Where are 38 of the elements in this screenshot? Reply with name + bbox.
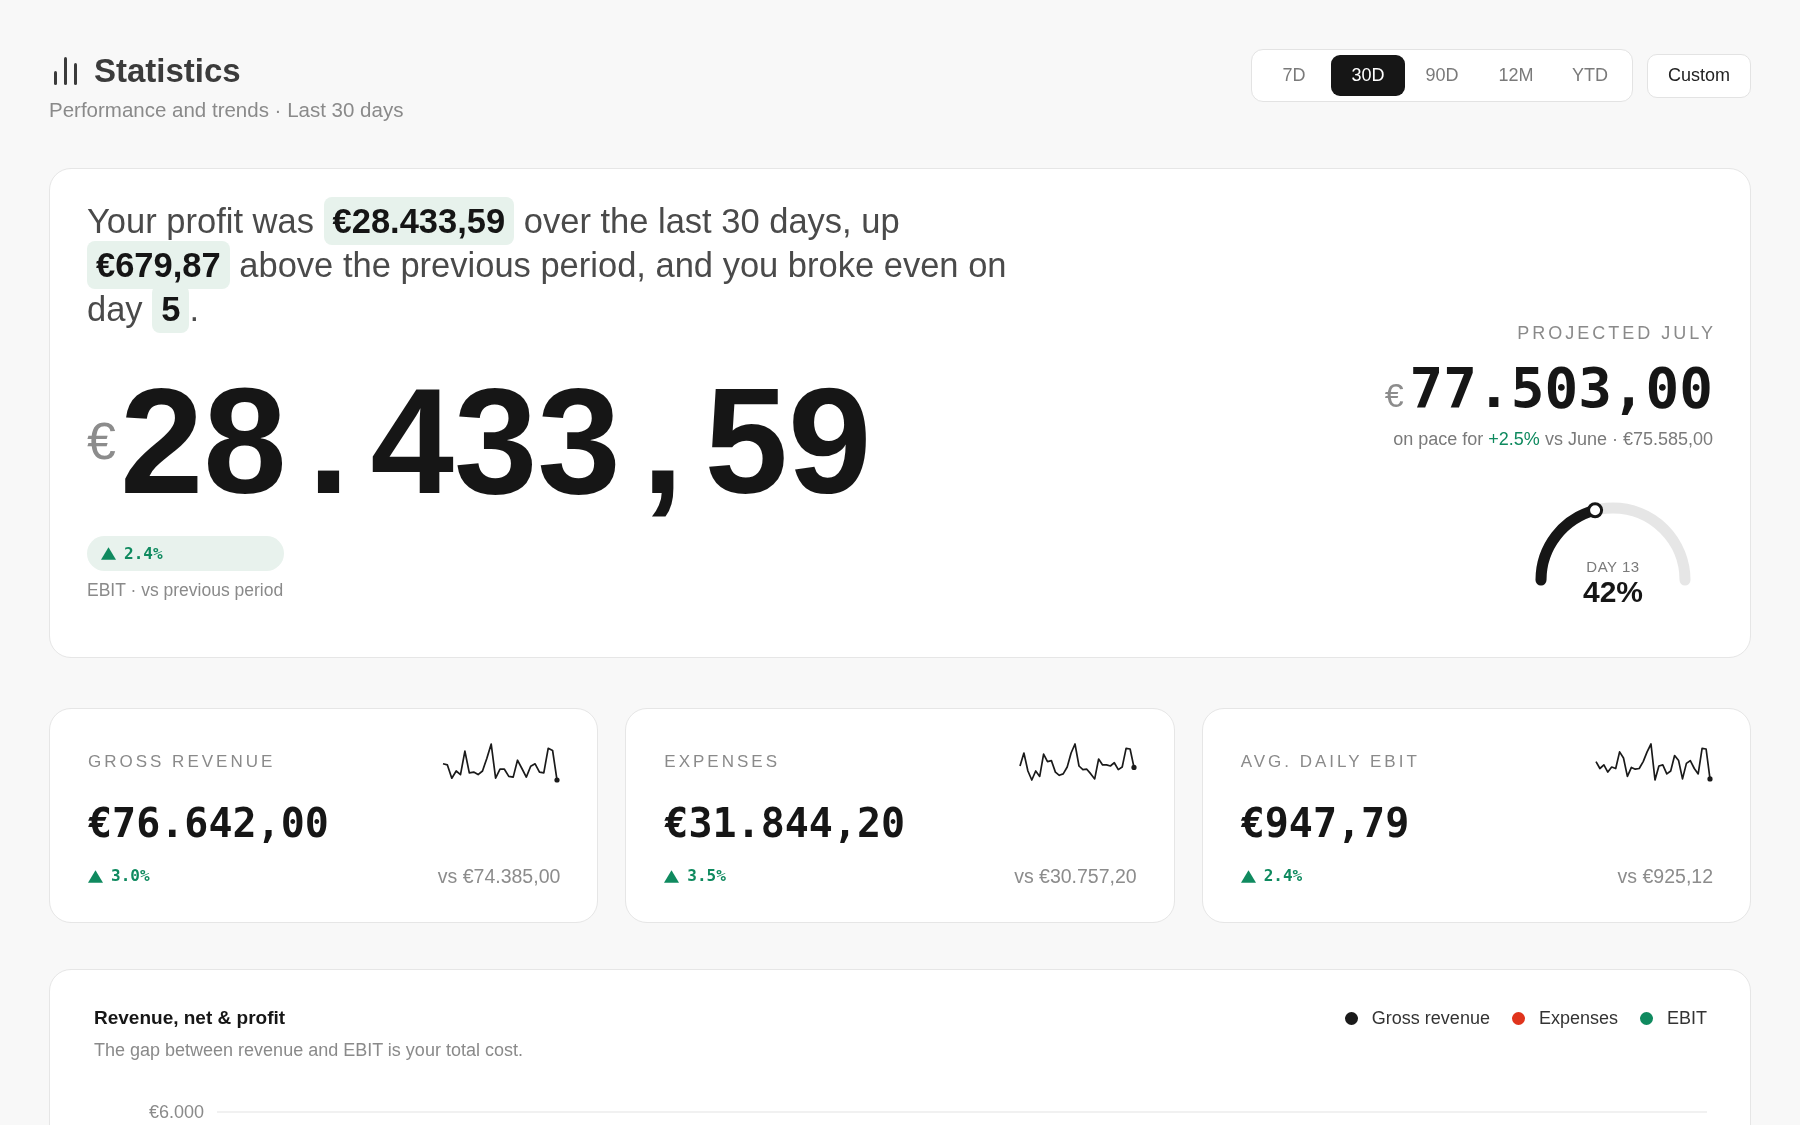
profit-amount: 28.433,59	[119, 366, 872, 516]
chart-title: Revenue, net & profit	[94, 1006, 287, 1030]
page-subtitle: Performance and trends · Last 30 days	[49, 98, 404, 122]
legend-label: Gross revenue	[1371, 1007, 1490, 1029]
custom-range-button[interactable]: Custom	[1647, 53, 1751, 98]
metric-value: €76.642,00	[88, 799, 330, 847]
period-tab[interactable]: 7D	[1257, 55, 1331, 96]
currency-symbol: €	[87, 415, 116, 467]
metric-value: €947,79	[1240, 799, 1411, 847]
amount-caption: EBIT · vs previous period	[87, 579, 284, 601]
legend-label: EBIT	[1667, 1007, 1707, 1029]
y-axis-label: €6.000	[148, 1102, 204, 1122]
metric-change: 2.4%	[1263, 865, 1303, 887]
metric-label: AVG. DAILY EBIT	[1240, 752, 1420, 772]
gauge-percent: 42%	[1582, 576, 1643, 608]
chart-subtitle: The gap between revenue and EBIT is your total cost.	[94, 1039, 523, 1062]
metric-change: 3.5%	[687, 865, 726, 887]
pace-note: on pace for +2.5% vs June · €75.585,00	[1393, 428, 1713, 451]
gauge-day-label: DAY 13	[1586, 558, 1640, 576]
period-tab[interactable]: 90D	[1405, 55, 1479, 96]
projected-amount: 77.503,00	[1409, 357, 1713, 419]
metric-label: GROSS REVENUE	[88, 752, 276, 772]
period-tab[interactable]: 12M	[1479, 55, 1553, 96]
projection-label: PROJECTED JULY	[1517, 322, 1716, 344]
summary-sentence: Your profit was €28.433,59 over the last 30 days, up €679,87 above the previous period, and you broke even on day 5.	[87, 199, 1027, 331]
metric-comparison: vs €74.385,00	[437, 864, 561, 888]
change-percent: 2.4%	[124, 544, 163, 563]
page-title: Statistics	[94, 52, 241, 90]
bar-chart-icon	[54, 57, 78, 85]
metric-label: EXPENSES	[664, 752, 780, 772]
period-tab[interactable]: 30D	[1331, 55, 1405, 96]
metric-comparison: vs €925,12	[1617, 864, 1713, 888]
metric-comparison: vs €30.757,20	[1014, 864, 1137, 888]
metric-value: €31.844,20	[664, 799, 907, 847]
currency-symbol: €	[1384, 376, 1404, 415]
metric-change: 3.0%	[111, 865, 150, 887]
legend-label: Expenses	[1538, 1007, 1618, 1029]
period-tab[interactable]: YTD	[1553, 55, 1627, 96]
